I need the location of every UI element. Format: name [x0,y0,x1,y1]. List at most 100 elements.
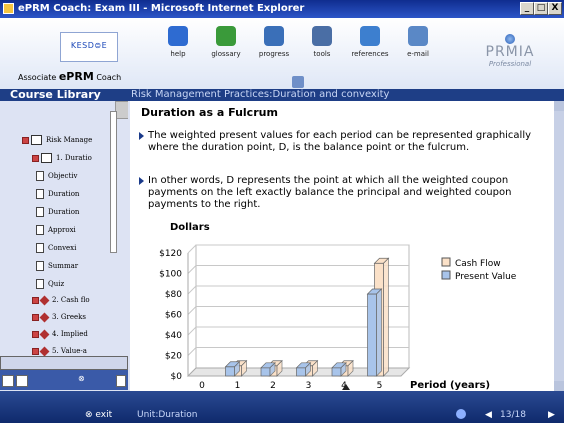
present-value-bar [367,293,377,377]
tree-item-label: Duration [48,208,80,216]
present-value-bar [296,367,306,377]
tree-item-label: 3. Greeks [52,313,86,321]
exit-label: exit [95,410,113,420]
duration-fulcrum-chart: $0$20$40$60$80$100$120Dollars0 1 2 3 4 5 Perio… [159,222,517,391]
x-tick-label: 2 [270,381,276,391]
y-tick-label: $80 [165,290,182,300]
associate-brand: ePRM [58,70,94,83]
collapse-toggle-icon[interactable] [22,136,29,144]
scroll-down-button[interactable] [554,381,564,391]
next-page-button[interactable]: ▶ [548,410,555,420]
window-title-bar: ePRM Coach: Exam III - Microsoft Interne… [0,0,564,18]
unit-label: Unit:Duration [137,410,198,420]
tree-item[interactable]: Approxi [36,225,76,235]
expand-toggle-icon[interactable] [32,330,39,338]
prmia-subtext: Professional [488,60,532,68]
y-axis-label: Dollars [170,222,210,233]
tree-item[interactable]: 2. Cash flo [32,295,90,305]
exit-button[interactable]: ⊗ exit [85,410,112,420]
page-icon [36,279,44,289]
x-tick-label: 5 [377,381,383,391]
tree-scrollbar[interactable] [110,111,117,253]
lesson-content: Duration as a Fulcrum The weighted prese… [130,101,554,391]
tree-item[interactable]: Duration [36,207,79,217]
legend-present-value-label: Present Value [455,272,517,282]
tree-item[interactable]: Risk Manage [22,135,92,145]
tree-horizontal-scrollbar[interactable] [0,356,128,370]
glossary-icon [216,26,236,46]
course-library-title[interactable]: Course Library [10,88,101,101]
tree-item[interactable]: Summar [36,261,78,271]
tree-item-label: 4. Implied [52,330,88,338]
expand-toggle-icon[interactable] [32,296,39,304]
tree-item-label: Duration [48,190,80,198]
breadcrumb: Risk Management Practices:Duration and c… [131,89,390,100]
chart-gridline-diagonal [187,285,197,295]
associate-prefix: Associate [18,73,57,82]
toolbar-label: help [170,50,186,58]
prmia-globe-icon [505,34,515,44]
toolbar-label: progress [258,50,290,58]
content-scrollbar[interactable] [554,101,564,391]
tree-item-label: 5. Value-a [52,347,87,355]
topic-icon [39,312,50,322]
toolbar-label: tools [313,50,331,58]
kesdee-logo-text: KESD⊜E [70,41,108,50]
book-icon [41,153,52,163]
prmia-text: PRMIA [485,44,535,60]
maximize-button[interactable]: □ [534,2,548,15]
course-library-bar: Course Library Risk Management Practices… [0,88,564,101]
calculator-icon[interactable] [292,76,304,88]
left-nav-button-2[interactable] [16,375,28,387]
present-value-bar [225,366,235,377]
legend-cash-flow-label: Cash Flow [455,259,501,269]
page-icon [36,189,44,199]
expand-toggle-icon[interactable] [32,347,39,355]
y-tick-label: $60 [165,311,182,321]
cash-flow-bar-side [383,257,389,377]
page-icon [36,171,44,181]
collapse-toggle-icon[interactable] [32,154,39,162]
tree-item[interactable]: 3. Greeks [32,312,86,322]
associate-suffix: Coach [96,73,122,82]
present-value-bar-side [376,288,382,377]
x-tick-label: 0 [199,381,205,391]
close-button[interactable]: X [548,2,562,15]
tree-item[interactable]: Objectiv [36,171,77,181]
expand-toggle-icon[interactable] [32,313,39,321]
chart-gridline-diagonal [187,244,197,254]
left-nav-button-3[interactable] [116,375,126,387]
info-icon[interactable] [456,409,466,419]
toolbar-label: glossary [211,50,241,58]
tree-item-label: Summar [48,262,79,270]
left-nav-button-1[interactable] [2,375,14,387]
scroll-up-button[interactable] [554,101,564,111]
toolbar-e-mail-button[interactable]: e-mail [388,26,448,58]
progress-icon [264,26,284,46]
x-tick-label: 3 [306,381,312,391]
prmia-logo: PRMIA Professional [465,34,555,84]
present-value-bar [331,367,342,377]
y-tick-label: $20 [165,352,182,362]
tree-item[interactable]: Duration [36,189,79,199]
tree-item-label: Quiz [48,280,65,288]
chart-gridline-diagonal [187,347,197,356]
tree-item[interactable]: 1. Duratio [32,153,92,163]
tree-item-label: Approxi [48,226,76,234]
kesdee-logo: KESD⊜E [60,32,118,62]
previous-page-button[interactable]: ◀ [485,410,492,420]
topic-icon [39,329,50,339]
minimize-button[interactable]: _ [520,2,534,15]
tree-item-label: 2. Cash flo [52,296,90,304]
page-icon [36,243,44,253]
tree-item[interactable]: 4. Implied [32,329,88,339]
ie-app-icon [3,3,14,14]
x-axis-label: Period (years) [410,380,490,391]
tree-item[interactable]: Quiz [36,279,64,289]
tree-item[interactable]: 5. Value-a [32,346,87,356]
window-title: ePRM Coach: Exam III - Microsoft Interne… [18,3,305,14]
x-tick-label: 1 [235,381,241,391]
tree-item[interactable]: Convexi [36,243,76,253]
tree-item-label: 1. Duratio [56,154,92,162]
left-exit-button[interactable]: ⊗ exit [78,374,171,387]
